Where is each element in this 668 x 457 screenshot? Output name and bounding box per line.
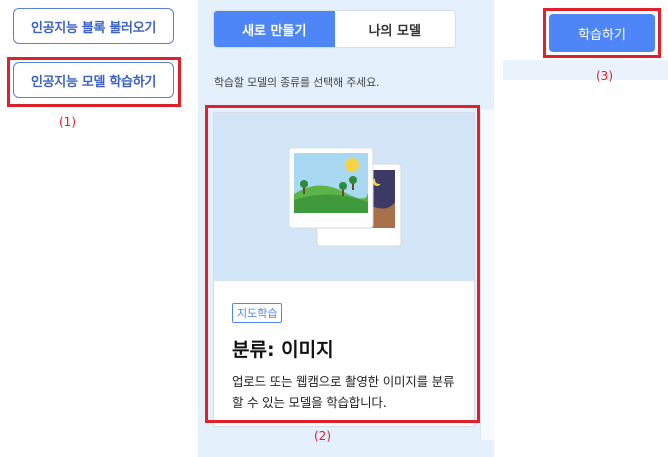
panel-scroll-edge (480, 110, 494, 440)
tab-my-models[interactable]: 나의 모델 (334, 11, 455, 47)
highlight-box-1 (7, 57, 181, 107)
tab-new-model[interactable]: 새로 만들기 (214, 11, 335, 47)
guide-text: 학습할 모델의 종류를 선택해 주세요. (214, 76, 380, 89)
annotation-label-3: (3) (596, 69, 613, 83)
annotation-label-2: (2) (314, 429, 331, 443)
highlight-box-3 (543, 8, 661, 58)
highlight-box-2 (205, 105, 480, 423)
annotation-label-1: (1) (59, 115, 76, 129)
model-tabs: 새로 만들기 나의 모델 (213, 10, 456, 48)
right-header-strip (503, 60, 668, 80)
load-ai-blocks-button[interactable]: 인공지능 블록 불러오기 (13, 8, 174, 44)
